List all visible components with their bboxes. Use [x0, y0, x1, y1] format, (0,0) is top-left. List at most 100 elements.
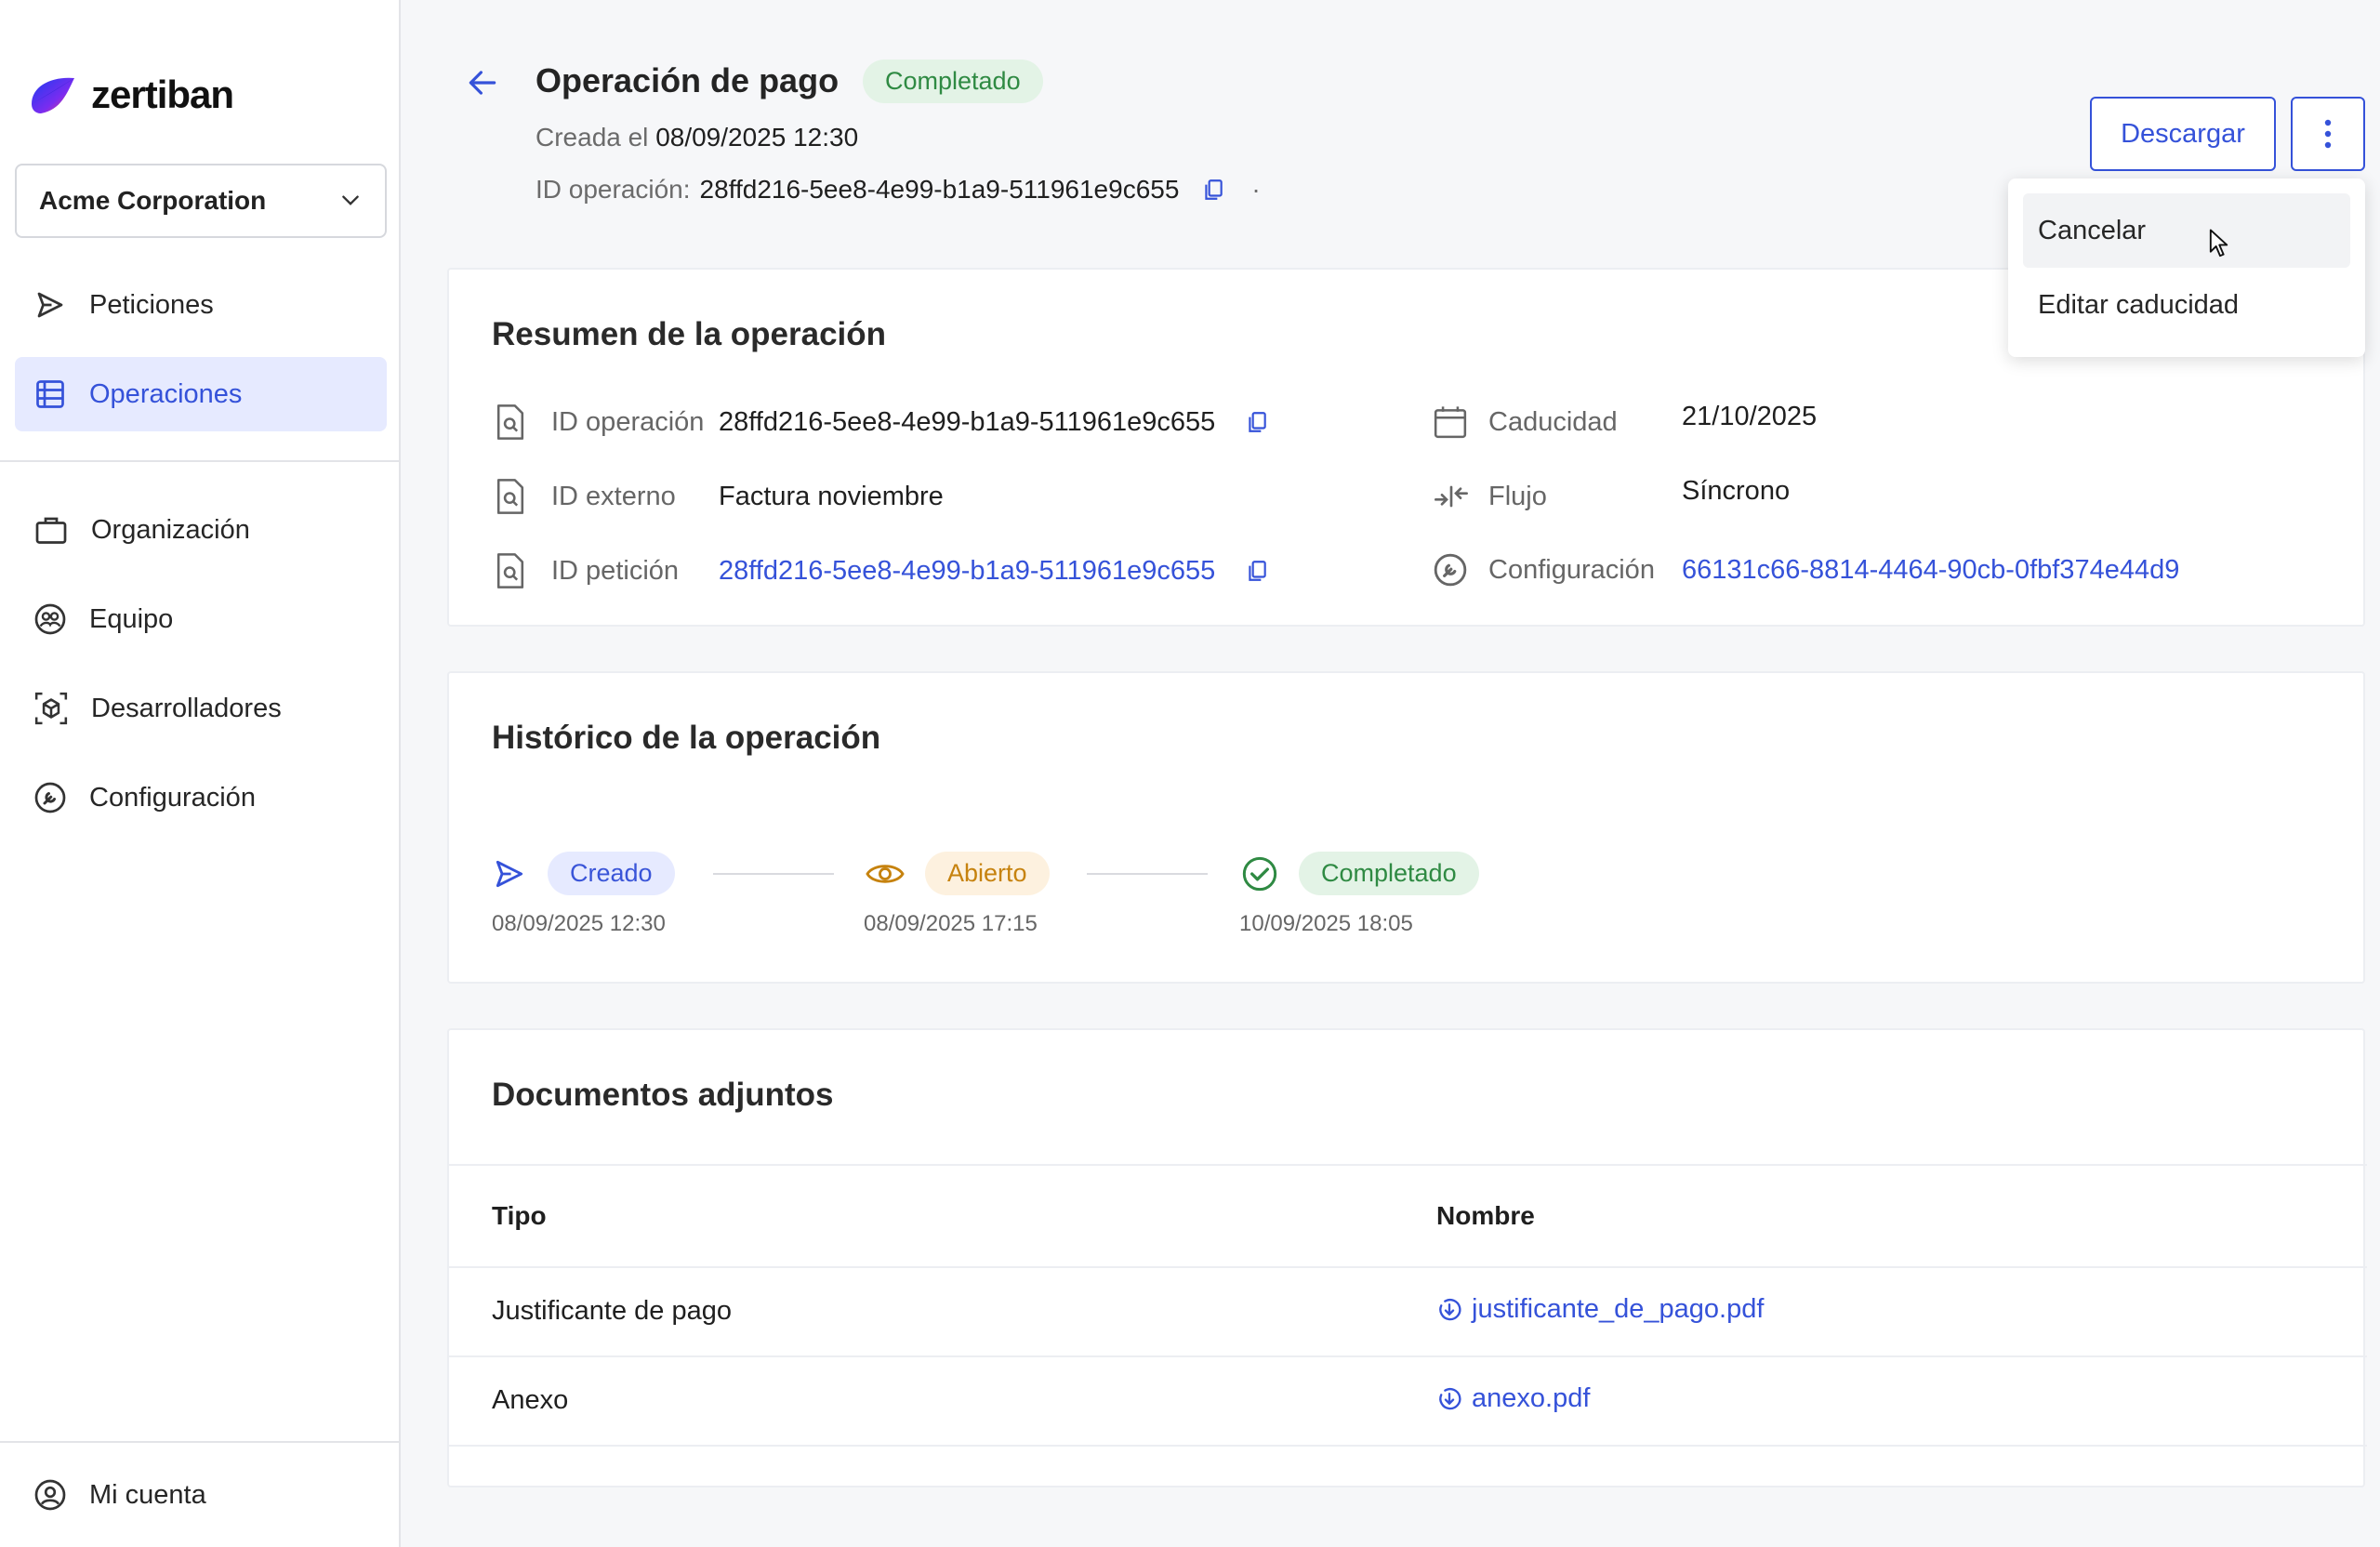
summary-label: ID externo: [551, 481, 676, 511]
step-date: 08/09/2025 12:30: [492, 911, 666, 936]
sidebar-divider: [0, 1441, 401, 1443]
created-line: Creada el 08/09/2025 12:30: [536, 123, 858, 152]
logo-icon: [32, 77, 74, 113]
more-options-button[interactable]: [2291, 97, 2365, 171]
operation-id-line: ID operación: 28ffd216-5ee8-4e99-b1a9-51…: [536, 175, 1261, 205]
documents-card: Documentos adjuntos Tipo Nombre Justific…: [447, 1028, 2367, 1488]
more-options-menu: Cancelar Editar caducidad: [2008, 178, 2365, 357]
doc-type: Justificante de pago: [492, 1296, 732, 1326]
copy-icon[interactable]: [1245, 410, 1269, 434]
check-circle-icon: [1242, 856, 1277, 891]
eye-icon: [866, 864, 905, 883]
doc-name: anexo.pdf: [1472, 1383, 1591, 1413]
chevron-down-icon: [342, 195, 359, 205]
menu-item-cancelar[interactable]: Cancelar: [2023, 193, 2350, 268]
copy-icon[interactable]: [1201, 178, 1225, 202]
step-date: 10/09/2025 18:05: [1239, 911, 1413, 936]
operation-id-label: ID operación:: [536, 175, 691, 204]
list-icon: [36, 380, 64, 408]
sidebar-item-label: Equipo: [89, 603, 174, 634]
document-search-icon: [496, 479, 524, 514]
column-header-nombre: Nombre: [1436, 1201, 1535, 1230]
org-name: Acme Corporation: [39, 186, 267, 215]
send-icon: [496, 860, 523, 887]
doc-download-link[interactable]: anexo.pdf: [1436, 1383, 1590, 1414]
calendar-icon: [1434, 406, 1467, 439]
more-vertical-icon: [2324, 119, 2332, 149]
sidebar-divider: [0, 460, 401, 462]
step-badge: Abierto: [925, 852, 1050, 895]
copy-icon[interactable]: [1245, 559, 1269, 583]
sidebar-item-label: Peticiones: [89, 289, 214, 320]
column-header-tipo: Tipo: [492, 1201, 547, 1230]
cube-icon: [34, 692, 68, 725]
arrow-left-icon: [469, 71, 496, 95]
doc-download-link[interactable]: justificante_de_pago.pdf: [1436, 1294, 1764, 1325]
summary-label: ID petición: [551, 555, 680, 586]
summary-row-configuracion: Configuración 66131c66-8814-4464-90cb-0f…: [1433, 552, 2179, 588]
summary-label: Flujo: [1488, 481, 1547, 511]
flow-arrows-icon: [1435, 485, 1468, 508]
doc-name: justificante_de_pago.pdf: [1472, 1294, 1765, 1324]
sidebar-item-label: Organización: [91, 514, 250, 545]
table-row: Anexo anexo.pdf: [449, 1357, 2367, 1445]
peticion-link[interactable]: 28ffd216-5ee8-4e99-b1a9-511961e9c655: [719, 556, 1215, 587]
menu-item-editar-caducidad[interactable]: Editar caducidad: [2023, 268, 2350, 342]
summary-row-id-externo: ID externo Factura noviembre: [496, 478, 944, 515]
summary-label: ID operación: [551, 406, 705, 437]
created-value: 08/09/2025 12:30: [655, 123, 859, 152]
document-search-icon: [496, 553, 524, 588]
download-button[interactable]: Descargar: [2090, 97, 2276, 171]
history-step-creado: Creado: [492, 852, 675, 895]
history-title: Histórico de la operación: [492, 720, 881, 756]
operation-id-value: 28ffd216-5ee8-4e99-b1a9-511961e9c655: [699, 175, 1180, 204]
summary-title: Resumen de la operación: [492, 316, 887, 352]
sidebar-item-label: Desarrolladores: [91, 693, 282, 723]
mouse-cursor-icon: [2209, 229, 2228, 258]
briefcase-icon: [35, 517, 67, 544]
sidebar: zertiban Acme Corporation Peticiones Ope…: [0, 0, 401, 1547]
send-icon: [37, 292, 63, 318]
summary-label: Configuración: [1488, 554, 1655, 585]
summary-value: Factura noviembre: [719, 481, 944, 511]
download-circle-icon: [1439, 1298, 1461, 1320]
sidebar-item-peticiones[interactable]: Peticiones: [15, 268, 387, 342]
doc-type: Anexo: [492, 1385, 569, 1415]
step-date: 08/09/2025 17:15: [864, 911, 1038, 936]
sidebar-item-mi-cuenta[interactable]: Mi cuenta: [15, 1458, 387, 1532]
summary-value: 28ffd216-5ee8-4e99-b1a9-511961e9c655: [719, 406, 1216, 437]
sidebar-item-equipo[interactable]: Equipo: [15, 582, 387, 656]
summary-row-flujo: Flujo Síncrono: [1433, 476, 1790, 515]
user-icon: [34, 1479, 66, 1511]
sidebar-item-configuracion[interactable]: Configuración: [15, 760, 387, 835]
sidebar-item-organizacion[interactable]: Organización: [15, 493, 387, 567]
separator-dot: ·: [1251, 175, 1261, 204]
team-icon: [34, 603, 66, 635]
wrench-icon: [34, 782, 66, 813]
configuration-link[interactable]: 66131c66-8814-4464-90cb-0fbf374e44d9: [1682, 555, 2179, 586]
timeline-connector: [1087, 873, 1208, 875]
logo-text: zertiban: [91, 73, 234, 116]
table-divider: [449, 1164, 2367, 1166]
document-search-icon: [496, 404, 524, 440]
timeline-connector: [713, 873, 834, 875]
sidebar-item-desarrolladores[interactable]: Desarrolladores: [15, 671, 387, 746]
sidebar-item-label: Configuración: [89, 782, 256, 813]
step-badge: Completado: [1299, 852, 1479, 895]
logo[interactable]: zertiban: [28, 73, 234, 117]
summary-row-id-operacion: ID operación 28ffd216-5ee8-4e99-b1a9-511…: [496, 403, 1266, 441]
history-step-completado: Completado: [1241, 852, 1479, 895]
page-title: Operación de pago: [536, 61, 840, 99]
org-selector[interactable]: Acme Corporation: [15, 164, 387, 238]
download-circle-icon: [1439, 1387, 1461, 1409]
sidebar-item-operaciones[interactable]: Operaciones: [15, 357, 387, 431]
wrench-icon: [1434, 553, 1467, 587]
history-step-abierto: Abierto: [866, 852, 1050, 895]
summary-row-id-peticion: ID petición 28ffd216-5ee8-4e99-b1a9-5119…: [496, 552, 1266, 589]
sidebar-item-label: Operaciones: [89, 378, 243, 409]
summary-value: Síncrono: [1682, 476, 1791, 506]
summary-label: Caducidad: [1488, 406, 1618, 437]
back-button[interactable]: [465, 65, 500, 100]
documents-title: Documentos adjuntos: [492, 1077, 834, 1113]
summary-row-caducidad: Caducidad 21/10/2025: [1433, 402, 1817, 441]
